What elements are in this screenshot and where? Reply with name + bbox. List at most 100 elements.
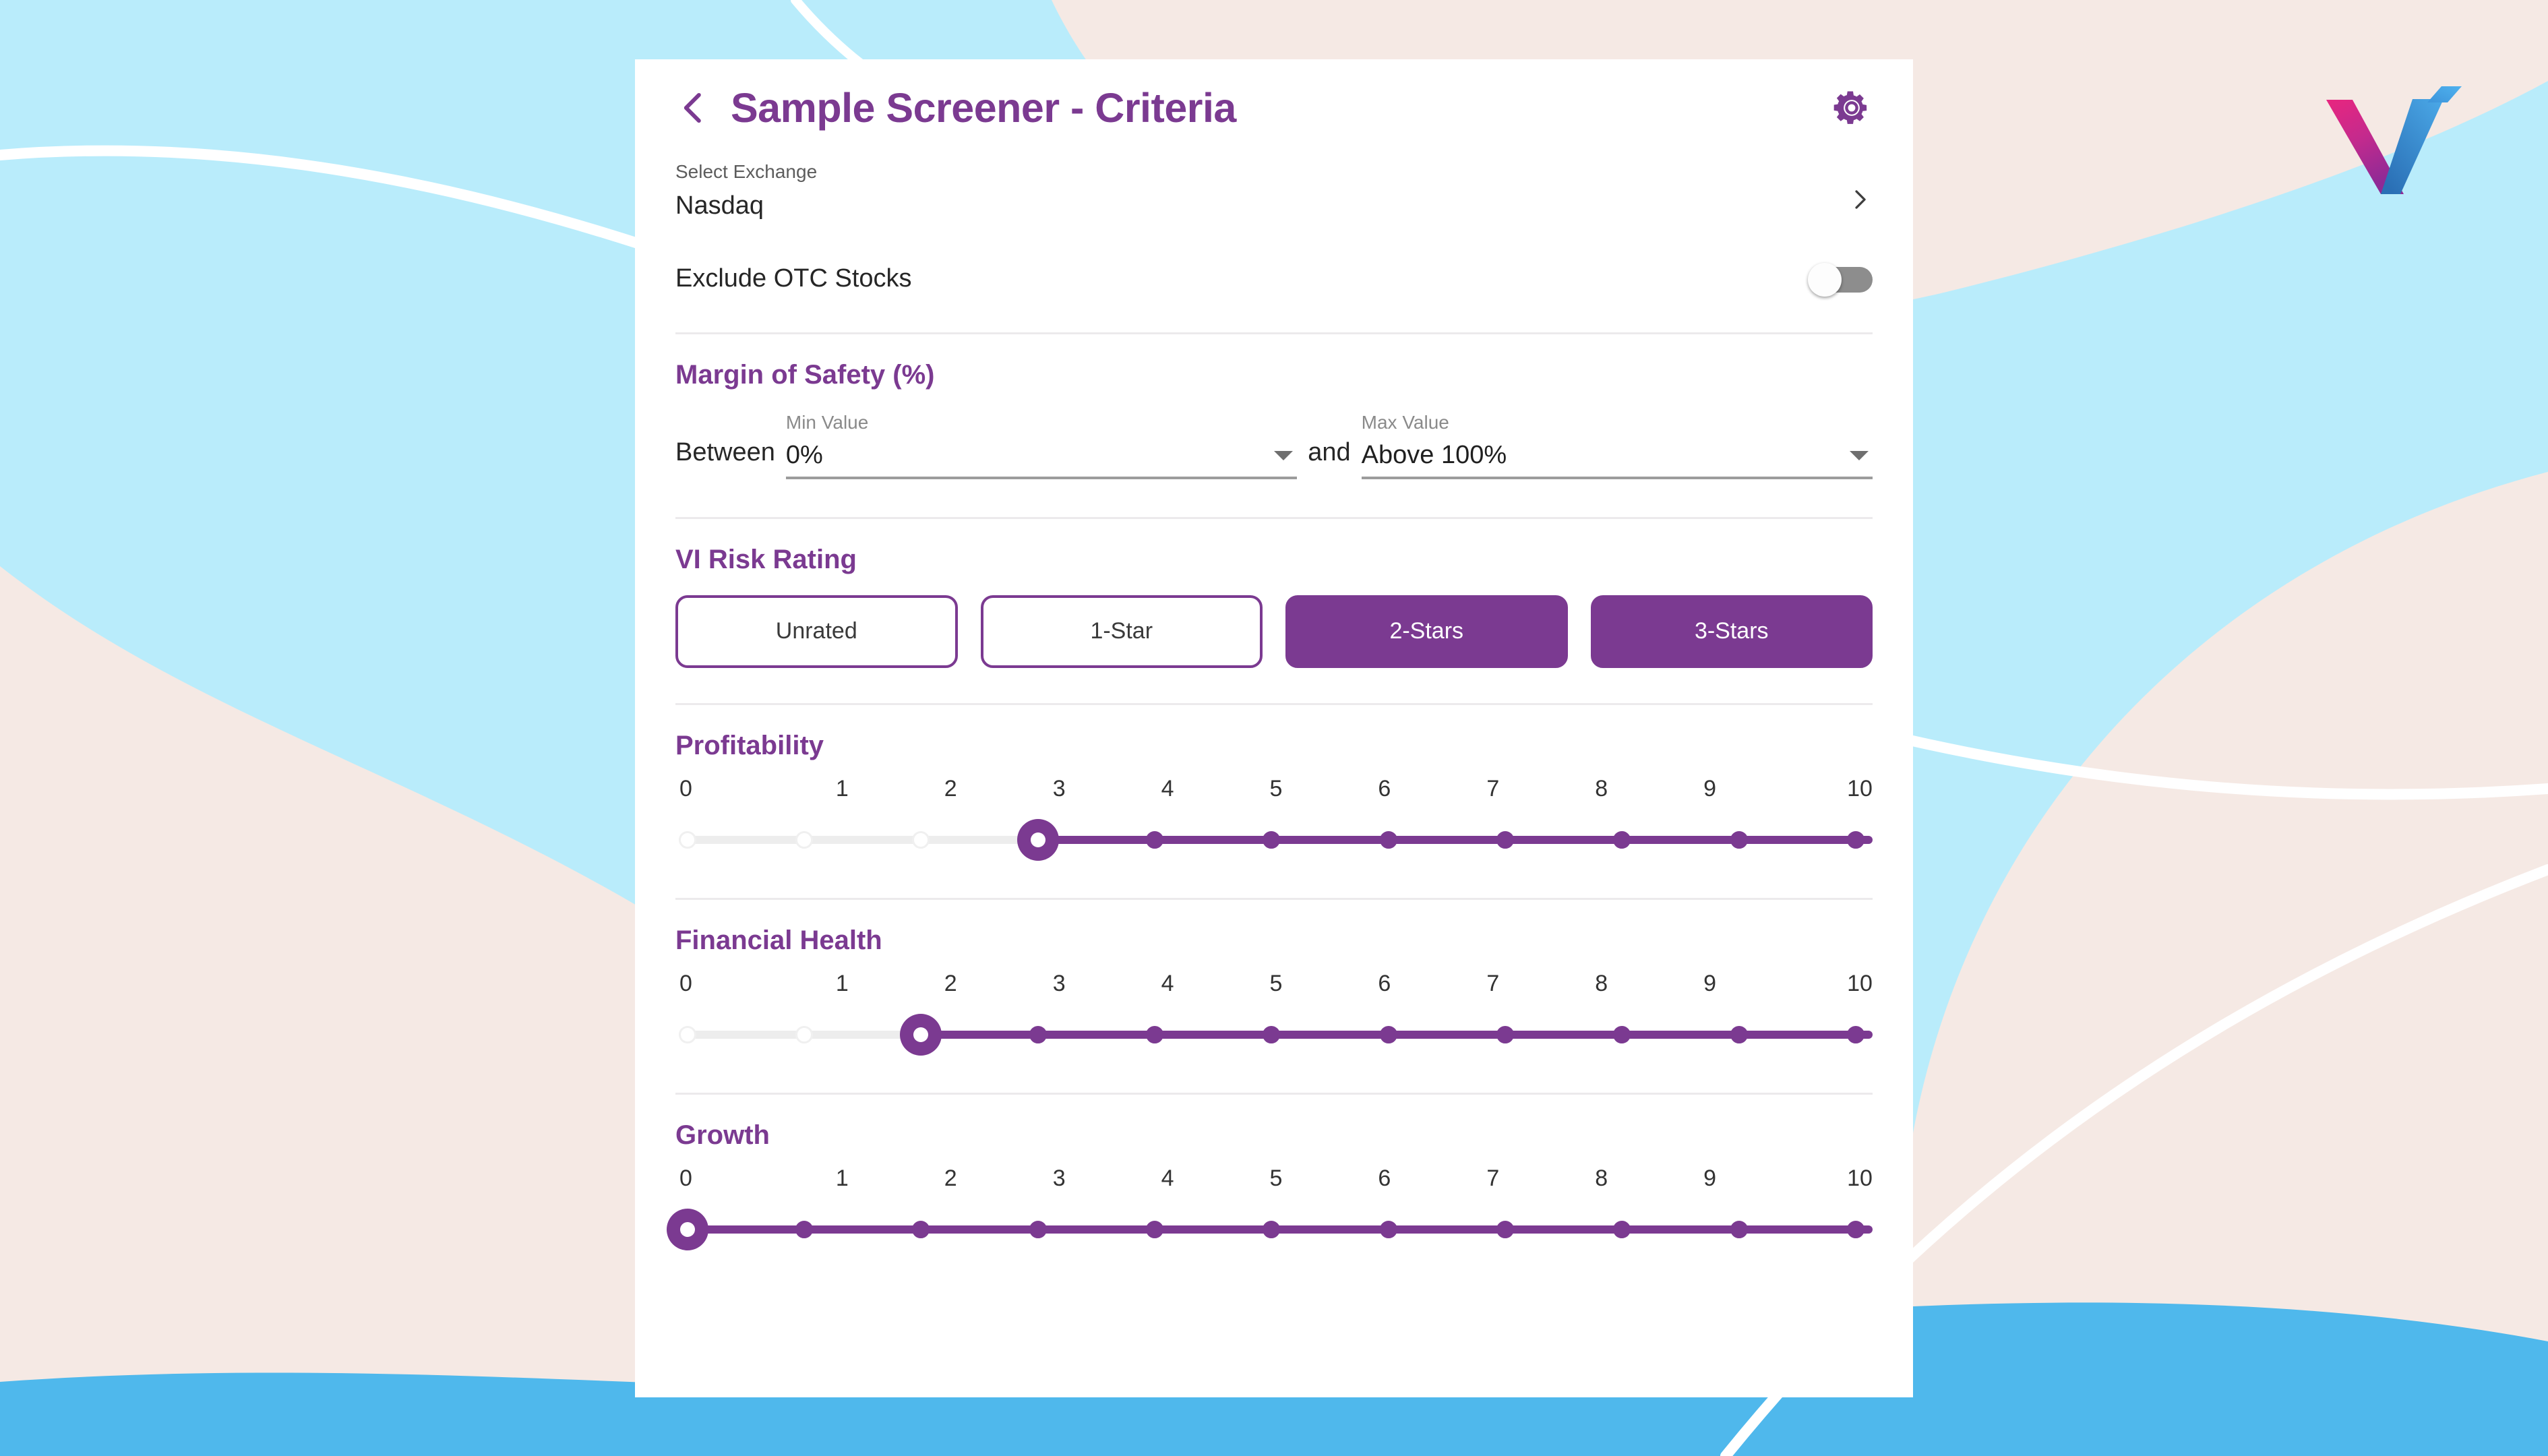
slider-tick-label: 1 [835,970,849,996]
slider-tick[interactable] [1613,830,1631,849]
slider-tick[interactable] [1379,830,1397,849]
slider-control[interactable] [675,812,1873,868]
divider-after-otc [675,332,1873,334]
slider-tick-label: 1 [835,775,849,801]
slider-tick-label: 2 [944,970,957,996]
divider-between-sliders [675,897,1873,900]
slider-tick[interactable] [1496,1025,1515,1043]
min-value-value: 0% [785,440,823,469]
gear-icon[interactable] [1831,87,1873,129]
slider-tick[interactable] [1613,1220,1631,1238]
slider-tick-label: 5 [1269,775,1283,801]
page-title: Sample Screener - Criteria [731,85,1236,131]
slider-tick[interactable] [1496,1220,1515,1238]
risk-rating-option-3-stars[interactable]: 3-Stars [1590,595,1873,668]
risk-rating-option-2-stars[interactable]: 2-Stars [1285,595,1568,668]
slider-tick[interactable] [1379,1025,1397,1043]
slider-tick-label: 2 [944,1165,957,1191]
risk-rating-option-1-star[interactable]: 1-Star [980,595,1263,668]
slider-tick[interactable] [1847,1025,1865,1043]
slider-tick-label: 3 [1052,1165,1066,1191]
risk-rating-option-unrated[interactable]: Unrated [675,595,958,668]
chevron-left-icon[interactable] [675,90,712,126]
slider-tick-label: 7 [1486,970,1500,996]
slider-tick[interactable] [1263,1220,1281,1238]
exclude-otc-toggle[interactable] [1808,262,1873,297]
divider-after-mos [675,516,1873,519]
divider-after-risk [675,702,1873,705]
slider-tick[interactable] [795,1220,814,1238]
slider-title: Financial Health [675,925,882,955]
slider-tick[interactable] [1496,830,1515,849]
max-value-value: Above 100% [1361,440,1507,469]
slider-tick[interactable] [1263,830,1281,849]
and-label: and [1308,437,1351,466]
slider-tick[interactable] [678,1025,696,1043]
slider-tick-label: 6 [1378,775,1391,801]
slider-tick[interactable] [1029,1220,1047,1238]
slider-tick-label: 8 [1595,1165,1608,1191]
chevron-right-icon[interactable] [1848,185,1871,214]
slider-control[interactable] [675,1006,1873,1063]
slider-tick-label: 3 [1052,970,1066,996]
slider-tick[interactable] [1146,1025,1164,1043]
slider-tick[interactable] [1146,830,1164,849]
margin-of-safety-title: Margin of Safety (%) [675,359,935,390]
criteria-card: Sample Screener - Criteria Select Exchan… [635,59,1913,1397]
slider-block-profitability: Profitability 0 1 2 3 4 5 6 7 8 9 10 [675,731,1873,868]
slider-tick[interactable] [678,830,696,849]
margin-of-safety-row: Between Min Value 0% and Max Value Above… [675,405,1873,479]
slider-tick[interactable] [912,830,930,849]
slider-tick-label: 10 [1847,970,1873,996]
select-exchange-caption: Select Exchange [675,161,818,182]
max-value-select[interactable]: Max Value Above 100% [1361,412,1873,479]
slider-tick-label: 0 [679,775,692,801]
vi-logo [2326,86,2462,194]
caret-down-icon[interactable] [1274,450,1294,460]
slider-thumb[interactable] [900,1013,942,1056]
risk-rating-title: VI Risk Rating [675,544,857,574]
max-value-caption: Max Value [1361,412,1449,433]
slider-control[interactable] [666,1201,1873,1258]
slider-tick[interactable] [1613,1025,1631,1043]
slider-tick[interactable] [1146,1220,1164,1238]
slider-tick[interactable] [1730,830,1748,849]
slider-thumb[interactable] [1017,818,1059,861]
slider-tick-label: 1 [835,1165,849,1191]
slider-tick-label: 10 [1847,775,1873,801]
caret-down-icon[interactable] [1850,450,1869,460]
slider-tick-label: 8 [1595,775,1608,801]
slider-tick-label: 9 [1703,1165,1717,1191]
slider-tick-label: 10 [1847,1165,1873,1191]
slider-tick[interactable] [1263,1025,1281,1043]
slider-tick[interactable] [1730,1025,1748,1043]
slider-tick-label: 3 [1052,775,1066,801]
slider-tick-label: 9 [1703,970,1717,996]
exclude-otc-row[interactable]: Exclude OTC Stocks [675,253,1873,305]
slider-tick-label: 0 [679,1165,692,1191]
slider-tick[interactable] [1379,1220,1397,1238]
min-value-select[interactable]: Min Value 0% [785,412,1298,479]
slider-sections: Profitability 0 1 2 3 4 5 6 7 8 9 10 Financial Healt… [666,731,1873,1258]
slider-tick-label: 8 [1595,970,1608,996]
slider-tick[interactable] [1847,1220,1865,1238]
slider-tick-label: 4 [1161,1165,1174,1191]
slider-tick-label: 5 [1269,970,1283,996]
slider-thumb[interactable] [666,1208,708,1250]
slider-tick[interactable] [912,1220,930,1238]
between-label: Between [675,437,775,466]
slider-tick-label: 7 [1486,1165,1500,1191]
slider-block-growth: Growth 0 1 2 3 4 5 6 7 8 9 10 [666,1120,1873,1258]
slider-tick[interactable] [1029,1025,1047,1043]
slider-tick[interactable] [1847,830,1865,849]
slider-tick-label: 4 [1161,970,1174,996]
slider-tick[interactable] [795,830,814,849]
slider-tick[interactable] [1730,1220,1748,1238]
slider-tick-label: 5 [1269,1165,1283,1191]
slider-tick[interactable] [795,1025,814,1043]
slider-tick-label: 7 [1486,775,1500,801]
select-exchange-row[interactable]: Select Exchange Nasdaq [675,147,1873,220]
toggle-knob [1808,262,1842,297]
slider-title: Profitability [675,730,824,760]
slider-tick-label: 4 [1161,775,1174,801]
